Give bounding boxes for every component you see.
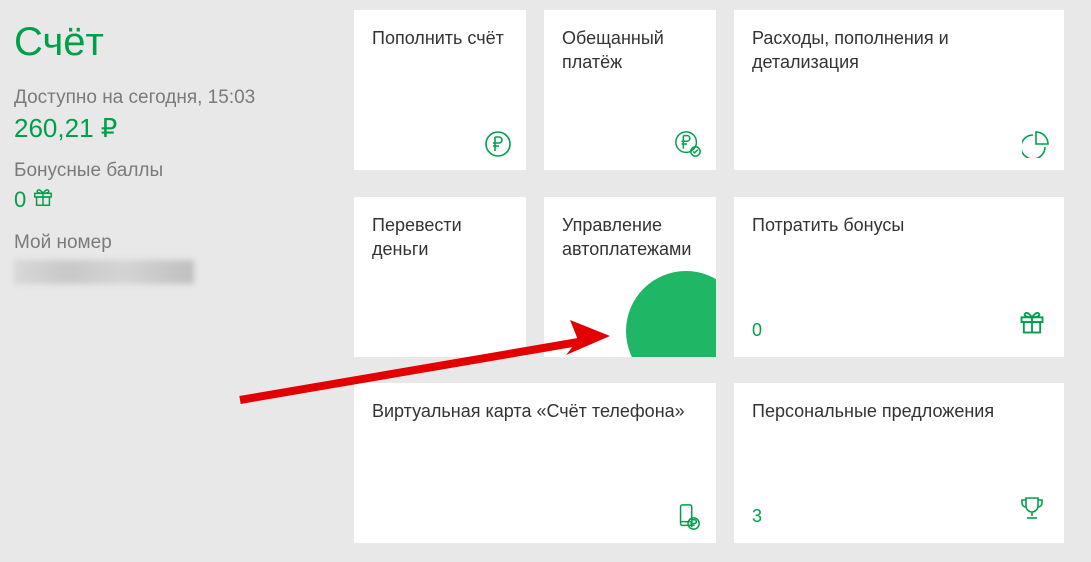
- action-grid: Пополнить счёт Обещанный платёж Расх: [354, 10, 1077, 552]
- account-sidebar: Счёт Доступно на сегодня, 15:03 260,21 ₽…: [14, 10, 334, 552]
- card-topup[interactable]: Пополнить счёт: [354, 10, 526, 170]
- card-personal-offers[interactable]: Персональные предложения 3: [734, 383, 1064, 543]
- card-title: Потратить бонусы: [752, 213, 1046, 237]
- card-spend-bonus[interactable]: Потратить бонусы 0: [734, 197, 1064, 357]
- card-title: Перевести деньги: [372, 213, 508, 262]
- my-number-label: Мой номер: [14, 232, 334, 254]
- ruble-check-icon: [674, 130, 702, 158]
- card-autopay[interactable]: Управление автоплатежами: [544, 197, 716, 357]
- card-transfer[interactable]: Перевести деньги: [354, 197, 526, 357]
- card-virtual-card[interactable]: Виртуальная карта «Счёт телефона»: [354, 383, 716, 543]
- available-label: Доступно на сегодня, 15:03: [14, 87, 334, 109]
- card-title: Виртуальная карта «Счёт телефона»: [372, 399, 698, 423]
- bonus-points-value: 0: [14, 186, 334, 214]
- card-value: 0: [752, 320, 762, 341]
- phone-number-blurred: [14, 260, 194, 284]
- gift-icon: [1018, 308, 1046, 341]
- gift-icon: [32, 186, 54, 214]
- card-title: Управление автоплатежами: [562, 213, 698, 262]
- ruble-icon: [484, 130, 512, 158]
- pie-chart-icon: [1022, 130, 1050, 158]
- highlight-circle: [626, 271, 716, 357]
- page-title: Счёт: [14, 20, 334, 65]
- bonus-points-label: Бонусные баллы: [14, 160, 334, 182]
- card-title: Персональные предложения: [752, 399, 1046, 423]
- card-expenses[interactable]: Расходы, пополнения и детализация: [734, 10, 1064, 170]
- card-title: Расходы, пополнения и детализация: [752, 26, 1046, 75]
- card-title: Обещанный платёж: [562, 26, 698, 75]
- trophy-icon: [1018, 494, 1046, 527]
- balance-amount: 260,21 ₽: [14, 113, 334, 144]
- card-title: Пополнить счёт: [372, 26, 508, 50]
- card-promised-payment[interactable]: Обещанный платёж: [544, 10, 716, 170]
- card-value: 3: [752, 506, 762, 527]
- phone-ruble-icon: [674, 503, 702, 531]
